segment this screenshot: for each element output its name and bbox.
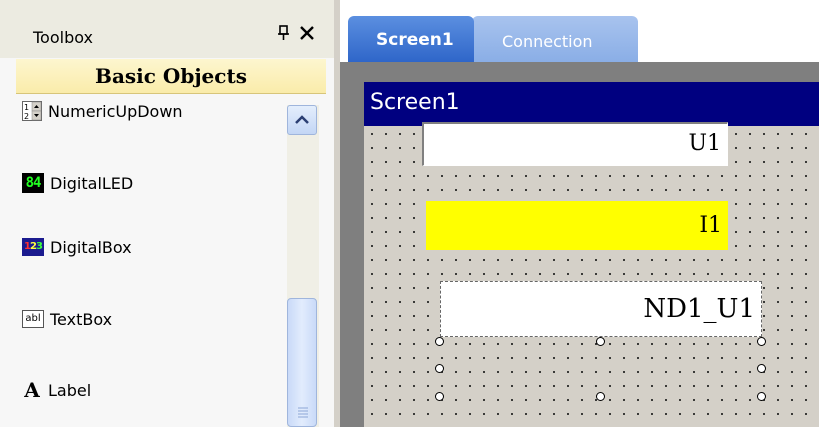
resize-handle-bottom-left[interactable] (435, 392, 444, 401)
toolbox-item-label: DigitalLED (50, 173, 134, 193)
toolbox-item-numericupdown[interactable]: 1 2 NumericUpDown (22, 96, 183, 126)
toolbox-item-digitalled[interactable]: 84 DigitalLED (22, 168, 133, 198)
toolbox-category-basic-objects[interactable]: Basic Objects (16, 59, 326, 94)
designer-area: Connection Screen1 Screen1 U1 I1 ND1_U1 (340, 0, 819, 427)
toolbox-item-label: DigitalBox (50, 237, 132, 257)
tab-connection[interactable]: Connection (472, 16, 638, 62)
digital-box-icon: 123 (22, 238, 44, 256)
scrollbar-thumb[interactable] (287, 298, 317, 427)
pin-icon[interactable] (276, 24, 292, 42)
toolbox-item-label: TextBox (50, 309, 113, 329)
tab-screen1[interactable]: Screen1 (348, 16, 474, 62)
toolbox-title: Toolbox (33, 28, 93, 47)
resize-handle-bottom[interactable] (596, 392, 605, 401)
toolbox-item-list: 1 2 NumericUpDown 84 DigitalLED 123 Digi… (0, 93, 334, 427)
toolbox-item-textbox[interactable]: abl TextBox (22, 304, 112, 334)
toolbox-titlebar: Toolbox (0, 0, 334, 58)
grip-icon (298, 407, 308, 418)
textbox-icon: abl (22, 310, 44, 328)
digital-box-icon-digit: 3 (35, 241, 43, 252)
tab-label: Connection (502, 32, 593, 51)
resize-handle-top[interactable] (596, 337, 605, 346)
digital-led-icon: 84 (22, 173, 44, 193)
numeric-updown-icon: 1 2 (22, 101, 42, 121)
resize-handle-bottom-right[interactable] (757, 392, 766, 401)
svg-text:2: 2 (24, 112, 29, 121)
screen-titlebar: Screen1 (364, 82, 819, 126)
toolbox-panel: Toolbox Basic Objects 1 2 NumericUpDown … (0, 0, 334, 427)
resize-handle-top-right[interactable] (757, 337, 766, 346)
designer-tabstrip: Connection Screen1 (340, 0, 819, 62)
text-object-i1[interactable]: I1 (426, 201, 728, 250)
screen-title: Screen1 (370, 90, 460, 115)
numeric-object-nd1-u1[interactable]: ND1_U1 (440, 281, 762, 337)
label-icon: A (24, 378, 40, 402)
tab-label: Screen1 (376, 30, 454, 50)
text-object-u1[interactable]: U1 (422, 122, 728, 166)
toolbox-scrollbar[interactable] (287, 105, 319, 427)
svg-text:1: 1 (24, 103, 29, 112)
screen-canvas[interactable] (364, 126, 819, 427)
resize-handle-top-left[interactable] (435, 337, 444, 346)
close-icon[interactable] (299, 24, 315, 42)
resize-handle-right[interactable] (757, 364, 766, 373)
toolbox-item-label-control[interactable]: A Label (22, 375, 91, 405)
scroll-up-button[interactable] (287, 105, 317, 135)
toolbox-item-label: NumericUpDown (48, 101, 183, 121)
toolbox-item-digitalbox[interactable]: 123 DigitalBox (22, 232, 132, 262)
resize-handle-left[interactable] (435, 364, 444, 373)
toolbox-item-label: Label (48, 380, 92, 400)
chevron-up-icon (295, 115, 309, 124)
